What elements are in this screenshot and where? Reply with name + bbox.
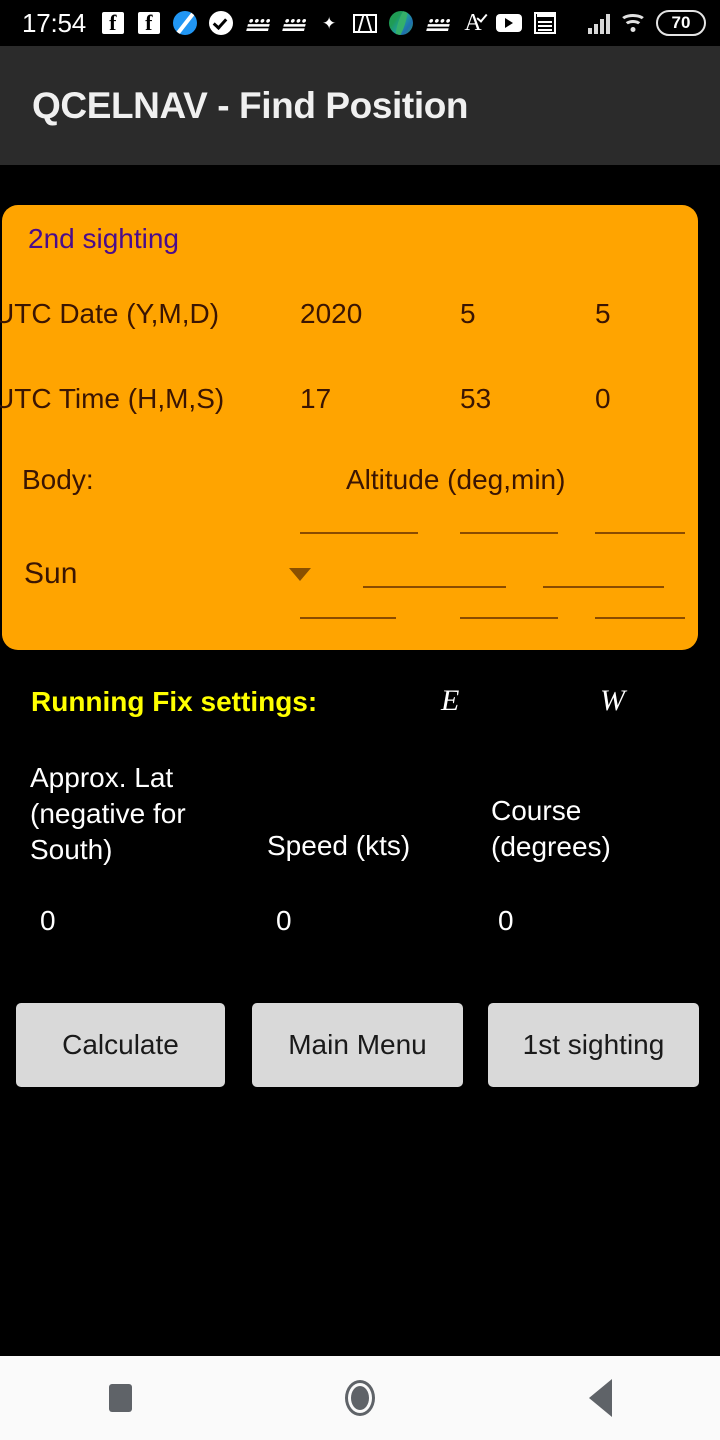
speed-label: Speed (kts)	[267, 830, 411, 861]
facebook-icon	[136, 10, 162, 36]
calculate-button[interactable]: Calculate	[16, 1003, 225, 1087]
speed-input[interactable]: 0	[276, 905, 292, 937]
running-fix-title: Running Fix settings:	[31, 686, 318, 717]
west-label: W	[600, 684, 625, 717]
a-check-icon: A	[464, 10, 482, 36]
recents-button[interactable]	[60, 1356, 180, 1440]
page-title: QCELNAV - Find Position	[32, 84, 469, 126]
body-label: Body:	[22, 464, 94, 495]
utc-date-label: UTC Date (Y,M,D)	[0, 298, 220, 329]
youtube-icon	[496, 10, 523, 36]
altitude-deg-underline	[363, 586, 506, 588]
back-button[interactable]	[540, 1356, 660, 1440]
system-nav-bar	[0, 1356, 720, 1440]
gmail-icon	[352, 10, 378, 36]
w-script-icon: 𝋮	[425, 9, 450, 37]
utc-year-underline	[300, 532, 418, 534]
status-bar: 17:54 𝋮 𝋮 ✦ 𝋮 A 70	[0, 0, 720, 46]
notepad-icon	[532, 10, 558, 36]
utc-hour-input[interactable]: 17	[300, 383, 331, 415]
battery-icon: 70	[656, 10, 706, 36]
app-bar: QCELNAV - Find Position	[0, 46, 720, 165]
status-system-icons: 70	[588, 10, 706, 36]
chevron-down-icon[interactable]	[289, 568, 311, 581]
first-sighting-button[interactable]: 1st sighting	[488, 1003, 699, 1087]
utc-month-input[interactable]: 5	[460, 298, 476, 330]
status-clock: 17:54	[22, 8, 87, 38]
approx-lat-input[interactable]: 0	[40, 905, 56, 937]
altitude-label: Altitude (deg,min)	[346, 464, 566, 495]
blue-circle-slash-icon	[172, 10, 198, 36]
course-label: Course (degrees)	[491, 795, 611, 862]
altitude-min-underline	[543, 586, 664, 588]
facebook-icon	[100, 10, 126, 36]
w-script-icon: 𝋮	[245, 9, 270, 37]
body-select-value[interactable]: Sun	[24, 557, 77, 591]
back-triangle-icon	[588, 1379, 612, 1417]
sighting-card: 2nd sighting UTC Date (Y,M,D) 2020 5 5 U…	[0, 205, 698, 650]
approx-lat-label: Approx. Lat (negative for South)	[30, 762, 186, 865]
recents-square-icon	[108, 1384, 132, 1412]
utc-time-label: UTC Time (H,M,S)	[0, 383, 225, 414]
east-label: E	[441, 684, 460, 717]
utc-month-underline	[460, 532, 558, 534]
home-circle-icon	[345, 1380, 375, 1416]
utc-day-underline	[595, 532, 685, 534]
leaf-icon	[388, 10, 414, 36]
utc-hour-underline	[300, 617, 396, 619]
utc-day-input[interactable]: 5	[595, 298, 611, 330]
phone-screen: 17:54 𝋮 𝋮 ✦ 𝋮 A 70 QCELNA	[0, 0, 720, 1440]
utc-second-input[interactable]: 0	[595, 383, 611, 415]
utc-minute-input[interactable]: 53	[460, 383, 491, 415]
sighting-card-title: 2nd sighting	[28, 223, 180, 254]
home-button[interactable]	[300, 1356, 420, 1440]
status-notification-icons: 𝋮 𝋮 ✦ 𝋮 A	[100, 10, 588, 36]
w-script-icon: 𝋮	[281, 9, 306, 37]
battery-level-label: 70	[671, 13, 691, 32]
course-input[interactable]: 0	[498, 905, 514, 937]
wifi-icon	[619, 12, 647, 34]
utc-minute-underline	[460, 617, 558, 619]
signal-bars-icon	[588, 12, 610, 34]
utc-second-underline	[595, 617, 685, 619]
bird-icon: ✦	[321, 13, 337, 33]
check-circle-icon	[208, 10, 234, 36]
main-menu-button[interactable]: Main Menu	[252, 1003, 463, 1087]
utc-year-input[interactable]: 2020	[300, 298, 362, 330]
